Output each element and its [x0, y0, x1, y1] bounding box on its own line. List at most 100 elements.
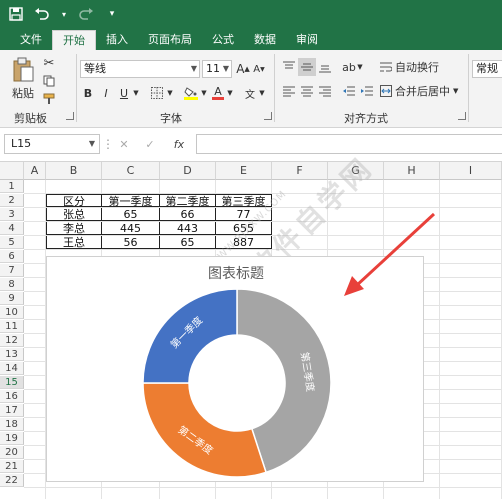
copy-icon[interactable]	[42, 74, 56, 88]
tab-file[interactable]: 文件	[10, 30, 52, 50]
name-box-value: L15	[11, 137, 32, 150]
cut-icon[interactable]: ✂	[42, 56, 56, 71]
row-header-20[interactable]: 20	[0, 446, 24, 459]
borders-dropdown-icon[interactable]: ▼	[166, 84, 174, 102]
increase-indent-icon[interactable]	[358, 82, 376, 100]
save-icon[interactable]	[8, 6, 24, 22]
align-middle-icon[interactable]	[298, 58, 316, 76]
alignment-launcher-icon[interactable]	[458, 112, 466, 120]
row-header-18[interactable]: 18	[0, 418, 24, 431]
row-header-4[interactable]: 4	[0, 222, 24, 235]
tab-data[interactable]: 数据	[244, 30, 286, 50]
insert-function-icon[interactable]: fx	[170, 136, 188, 152]
row-header-9[interactable]: 9	[0, 292, 24, 305]
row-header-17[interactable]: 17	[0, 404, 24, 417]
formula-options-icon[interactable]: ⋮	[102, 136, 114, 152]
shrink-font-button[interactable]: A ▼	[252, 60, 266, 78]
font-launcher-icon[interactable]	[264, 112, 272, 120]
undo-dropdown-icon[interactable]: ▾	[60, 6, 68, 22]
cancel-icon[interactable]: ✕	[116, 136, 132, 152]
align-top-icon[interactable]	[280, 58, 298, 76]
column-header-f[interactable]: F	[272, 162, 328, 180]
align-left-icon[interactable]	[280, 82, 298, 100]
font-color-dropdown-icon[interactable]: ▼	[226, 84, 234, 102]
align-bottom-icon[interactable]	[316, 58, 334, 76]
row-header-8[interactable]: 8	[0, 278, 24, 291]
redo-icon[interactable]	[78, 6, 94, 22]
font-size-select[interactable]: 11 ▼	[202, 60, 232, 78]
font-group-label: 字体	[160, 112, 182, 125]
row-header-21[interactable]: 21	[0, 460, 24, 473]
underline-dropdown-icon[interactable]: ▼	[132, 84, 140, 102]
table-cell[interactable]: 王总	[46, 236, 102, 249]
table-cell[interactable]: 56	[102, 236, 160, 249]
font-color-icon[interactable]: A	[210, 84, 226, 102]
row-header-22[interactable]: 22	[0, 474, 24, 487]
row-header-3[interactable]: 3	[0, 208, 24, 221]
merge-center-button[interactable]: 合并后居中 ▼	[380, 82, 462, 100]
fill-color-dropdown-icon[interactable]: ▼	[200, 84, 208, 102]
row-header-5[interactable]: 5	[0, 236, 24, 249]
underline-button[interactable]: U	[116, 84, 132, 102]
align-center-icon[interactable]	[298, 82, 316, 100]
bold-button[interactable]: B	[80, 84, 96, 102]
column-header-i[interactable]: I	[440, 162, 502, 180]
tab-formulas[interactable]: 公式	[202, 30, 244, 50]
name-box[interactable]: L15 ▼	[4, 134, 100, 154]
row-header-13[interactable]: 13	[0, 348, 24, 361]
format-painter-icon[interactable]	[42, 92, 56, 106]
phonetic-dropdown-icon[interactable]: ▼	[258, 84, 266, 102]
column-header-c[interactable]: C	[102, 162, 160, 180]
table-header-cell[interactable]: 第一季度	[102, 194, 160, 208]
number-format-select[interactable]: 常规	[472, 60, 502, 78]
grow-font-button[interactable]: A ▲	[236, 60, 250, 78]
customize-icon[interactable]: ▾	[104, 6, 120, 22]
doughnut-chart[interactable]: 图表标题 第三季度 第二季度 第一季度	[46, 256, 424, 482]
select-all-corner[interactable]	[0, 162, 24, 180]
italic-button[interactable]: I	[98, 84, 114, 102]
table-header-cell[interactable]: 第二季度	[160, 194, 216, 208]
table-cell[interactable]: 张总	[46, 208, 102, 221]
undo-icon[interactable]	[34, 6, 50, 22]
column-header-a[interactable]: A	[24, 162, 46, 180]
row-header-14[interactable]: 14	[0, 362, 24, 375]
column-header-d[interactable]: D	[160, 162, 216, 180]
row-header-2[interactable]: 2	[0, 194, 24, 207]
table-cell[interactable]: 445	[102, 222, 160, 235]
row-header-12[interactable]: 12	[0, 334, 24, 347]
wrap-text-button[interactable]: 自动换行	[380, 58, 444, 76]
borders-icon[interactable]	[148, 84, 166, 102]
tab-insert[interactable]: 插入	[96, 30, 138, 50]
orientation-dropdown-icon[interactable]: ▼	[356, 58, 364, 76]
column-header-h[interactable]: H	[384, 162, 440, 180]
font-name-select[interactable]: 等线 ▼	[80, 60, 200, 78]
tab-home[interactable]: 开始	[52, 30, 96, 50]
row-header-16[interactable]: 16	[0, 390, 24, 403]
row-header-7[interactable]: 7	[0, 264, 24, 277]
table-cell[interactable]: 65	[160, 236, 216, 249]
merge-dropdown-icon[interactable]: ▼	[453, 87, 458, 95]
tab-review[interactable]: 审阅	[286, 30, 328, 50]
table-cell[interactable]: 65	[102, 208, 160, 221]
table-cell[interactable]: 李总	[46, 222, 102, 235]
column-header-b[interactable]: B	[46, 162, 102, 180]
paste-button[interactable]: 粘贴	[8, 54, 38, 104]
fill-color-icon[interactable]	[182, 84, 200, 102]
row-header-11[interactable]: 11	[0, 320, 24, 333]
row-header-6[interactable]: 6	[0, 250, 24, 263]
clipboard-launcher-icon[interactable]	[66, 112, 74, 120]
table-cell[interactable]: 443	[160, 222, 216, 235]
table-cell[interactable]: 66	[160, 208, 216, 221]
decrease-indent-icon[interactable]	[340, 82, 358, 100]
table-header-cell[interactable]: 区分	[46, 194, 102, 208]
tab-page-layout[interactable]: 页面布局	[138, 30, 202, 50]
enter-icon[interactable]: ✓	[142, 136, 158, 152]
phonetic-icon[interactable]: 文	[242, 84, 258, 102]
align-right-icon[interactable]	[316, 82, 334, 100]
row-header-10[interactable]: 10	[0, 306, 24, 319]
column-header-e[interactable]: E	[216, 162, 272, 180]
row-header-15[interactable]: 15	[0, 376, 24, 389]
doughnut-slice-2[interactable]	[142, 382, 267, 478]
row-header-1[interactable]: 1	[0, 180, 24, 193]
row-header-19[interactable]: 19	[0, 432, 24, 445]
